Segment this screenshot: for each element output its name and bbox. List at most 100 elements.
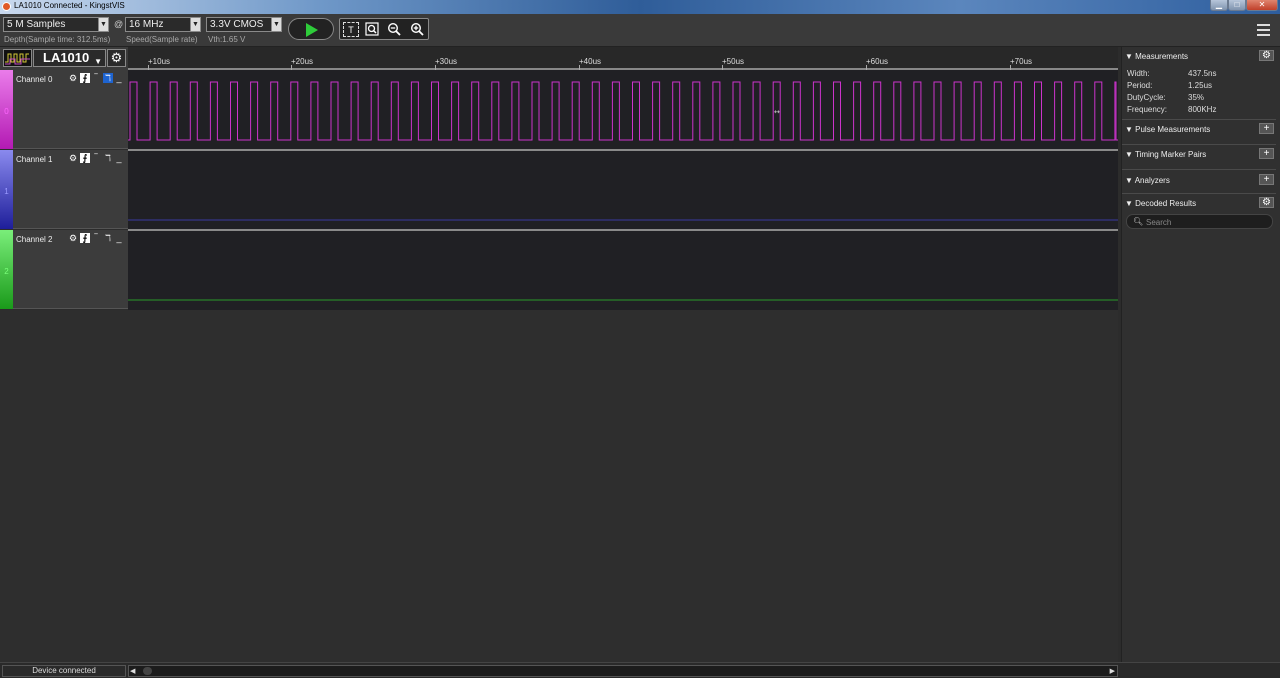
ruler-tick: +30us — [435, 57, 458, 70]
app-icon — [2, 2, 11, 11]
low-level-trigger-icon[interactable]: _ — [114, 153, 124, 163]
decoded-search-input[interactable]: 🔍︎ Search — [1126, 214, 1273, 229]
chevron-down-icon: ▼ — [98, 18, 108, 31]
hamburger-menu-icon[interactable] — [1257, 24, 1270, 36]
empty-workspace — [0, 310, 1118, 662]
voltage-sublabel: Vth:1.65 V — [208, 35, 246, 44]
toolbar: 5 M Samples ▼ Depth(Sample time: 312.5ms… — [0, 14, 1280, 47]
waveform-area[interactable]: ↔ — [128, 70, 1118, 310]
waveform-canvas[interactable]: ↔ — [128, 70, 1118, 310]
decoded-results-gear-icon[interactable]: ⚙ — [1259, 197, 1274, 208]
channel-row-0[interactable]: 0 Channel 0 ⚙ ⨍ ‾ ℸ _ — [0, 70, 128, 149]
maximize-button[interactable]: □ — [1228, 0, 1246, 11]
decoded-results-header[interactable]: ▼ Decoded Results — [1125, 199, 1196, 208]
minimize-button[interactable]: ▁ — [1210, 0, 1228, 11]
close-button[interactable]: ✕ — [1246, 0, 1278, 11]
status-bar: Device connected ◀ ▶ — [0, 662, 1280, 678]
chevron-down-icon: ▼ — [94, 57, 102, 66]
lane-separator — [128, 149, 1118, 151]
speed-select[interactable]: 16 MHz ▼ — [125, 17, 201, 32]
high-level-trigger-icon[interactable]: ‾ — [91, 233, 101, 243]
search-icon: 🔍︎ — [1133, 217, 1144, 226]
channel-0-waveform — [128, 81, 1118, 141]
add-analyzer-plus-icon[interactable]: + — [1259, 174, 1274, 185]
lane-separator — [128, 229, 1118, 231]
device-settings-gear-icon[interactable]: ⚙ — [107, 49, 126, 67]
analyzers-section[interactable]: ▼ Analyzers + — [1122, 171, 1278, 191]
channel-gear-icon[interactable]: ⚙ — [68, 233, 78, 243]
start-button[interactable] — [288, 18, 334, 40]
ruler-tick: +60us — [866, 57, 889, 70]
pulse-measurements-section[interactable]: ▼ Pulse Measurements + — [1122, 120, 1278, 140]
play-icon — [306, 23, 318, 37]
decoded-results-section[interactable]: ▼ Decoded Results ⚙ — [1122, 194, 1278, 214]
rising-edge-trigger-icon[interactable]: ⨍ — [80, 153, 90, 163]
measurement-value: 1.25us — [1188, 81, 1213, 90]
channel-gear-icon[interactable]: ⚙ — [68, 73, 78, 83]
channel-row-2[interactable]: 2 Channel 2 ⚙ ⨍ ‾ ℸ _ — [0, 230, 128, 309]
falling-edge-trigger-icon[interactable]: ℸ — [103, 153, 113, 163]
falling-edge-trigger-icon[interactable]: ℸ — [103, 233, 113, 243]
measurement-value: 800KHz — [1188, 105, 1217, 114]
measure-cursor-icon: ↔ — [774, 108, 780, 116]
ruler-tick: +10us — [148, 57, 171, 70]
measurements-gear-icon[interactable]: ⚙ — [1259, 50, 1274, 61]
title-bar: LA1010 Connected - KingstVIS ▁ □ ✕ — [0, 0, 1280, 14]
high-level-trigger-icon[interactable]: ‾ — [91, 73, 101, 83]
measurement-label: Width: — [1127, 69, 1150, 78]
search-placeholder: Search — [1146, 218, 1172, 227]
low-level-trigger-icon[interactable]: _ — [114, 73, 124, 83]
timing-marker-pairs-section[interactable]: ▼ Timing Marker Pairs + — [1122, 145, 1278, 165]
channel-name[interactable]: Channel 1 — [16, 155, 52, 164]
depth-sublabel: Depth(Sample time: 312.5ms) — [4, 35, 111, 44]
channel-name[interactable]: Channel 2 — [16, 235, 52, 244]
horizontal-scrollbar[interactable]: ◀ ▶ — [128, 665, 1118, 677]
waveform-logo-icon[interactable] — [3, 49, 32, 67]
chevron-down-icon: ▼ — [271, 18, 281, 31]
channel-number: 1 — [4, 187, 9, 196]
channel-row-1[interactable]: 1 Channel 1 ⚙ ⨍ ‾ ℸ _ — [0, 150, 128, 229]
pulse-measurements-header[interactable]: ▼ Pulse Measurements — [1125, 125, 1210, 134]
channel-header: LA1010 ▼ ⚙ — [0, 47, 128, 70]
scroll-thumb[interactable] — [143, 667, 152, 675]
measurements-header[interactable]: ▼ Measurements — [1125, 52, 1188, 61]
zoom-out-icon[interactable] — [386, 22, 402, 37]
depth-value: 5 M Samples — [7, 19, 66, 30]
scroll-left-arrow-icon[interactable]: ◀ — [130, 667, 135, 675]
low-level-trigger-icon[interactable]: _ — [114, 233, 124, 243]
analyzers-header[interactable]: ▼ Analyzers — [1125, 176, 1170, 185]
channel-name[interactable]: Channel 0 — [16, 75, 52, 84]
channel-gear-icon[interactable]: ⚙ — [68, 153, 78, 163]
measurement-value: 437.5ns — [1188, 69, 1217, 78]
device-select[interactable]: LA1010 ▼ — [33, 49, 106, 67]
voltage-value: 3.3V CMOS — [210, 19, 264, 30]
high-level-trigger-icon[interactable]: ‾ — [91, 153, 101, 163]
measurement-label: DutyCycle: — [1127, 93, 1166, 102]
add-timing-marker-plus-icon[interactable]: + — [1259, 148, 1274, 159]
time-ruler[interactable]: +10us +20us +30us +40us +50us +60us +70u… — [128, 47, 1118, 70]
divider — [1122, 169, 1276, 170]
text-select-icon[interactable]: T — [343, 22, 359, 37]
rising-edge-trigger-icon[interactable]: ⨍ — [80, 73, 90, 83]
zoom-fit-icon[interactable] — [364, 22, 380, 37]
status-text: Device connected — [2, 665, 126, 677]
zoom-in-icon[interactable] — [409, 22, 425, 37]
channel-number: 2 — [4, 267, 9, 276]
voltage-select[interactable]: 3.3V CMOS ▼ — [206, 17, 282, 32]
speed-sublabel: Speed(Sample rate) — [126, 35, 198, 44]
window-title: LA1010 Connected - KingstVIS — [14, 1, 125, 10]
timing-marker-pairs-header[interactable]: ▼ Timing Marker Pairs — [1125, 150, 1206, 159]
scroll-right-arrow-icon[interactable]: ▶ — [1110, 667, 1115, 675]
chevron-down-icon: ▼ — [190, 18, 200, 31]
measurements-section[interactable]: ▼ Measurements ⚙ — [1122, 47, 1278, 67]
speed-value: 16 MHz — [129, 19, 164, 30]
ruler-tick: +70us — [1010, 57, 1033, 70]
measurement-value: 35% — [1188, 93, 1205, 102]
ruler-tick: +40us — [579, 57, 602, 70]
falling-edge-trigger-icon[interactable]: ℸ — [103, 73, 113, 83]
ruler-tick: +50us — [722, 57, 745, 70]
ruler-tick: +20us — [291, 57, 314, 70]
add-pulse-measurement-plus-icon[interactable]: + — [1259, 123, 1274, 134]
depth-select[interactable]: 5 M Samples ▼ — [3, 17, 109, 32]
rising-edge-trigger-icon[interactable]: ⨍ — [80, 233, 90, 243]
